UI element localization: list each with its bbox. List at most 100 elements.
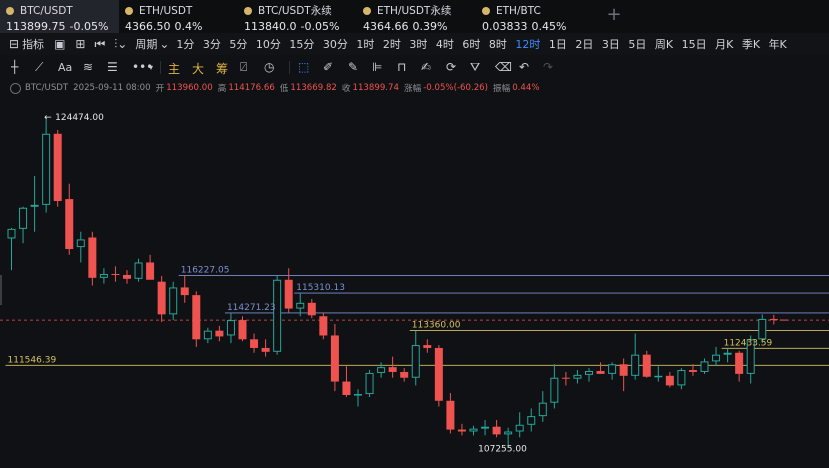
main-indicator-button[interactable]: 主 [168, 60, 180, 77]
text-tool-icon[interactable]: Aa [58, 61, 72, 74]
interval-14[interactable]: 2日 [575, 36, 593, 52]
highlighter-icon[interactable]: ✎ [348, 60, 358, 74]
parallel-channel-icon[interactable]: ≋ [83, 60, 93, 74]
candle-body [238, 320, 247, 340]
ticker-tab-eth-usdt[interactable]: ETH/USDT 4366.50 0.4% [119, 0, 238, 33]
indicators-button[interactable]: 指标 [22, 36, 44, 52]
crosshair-icon[interactable]: ┼ [11, 60, 18, 74]
period-dropdown[interactable]: 周期 [135, 36, 157, 52]
interval-20[interactable]: 季K [742, 36, 760, 52]
fib-tool-icon[interactable]: ☰ [107, 60, 118, 74]
redo-icon[interactable]: ↷ [543, 60, 553, 74]
candle-body [42, 133, 51, 205]
chart-edit-icon[interactable]: ⍁ [240, 60, 247, 75]
interval-0[interactable]: 1分 [176, 36, 194, 52]
candle [261, 339, 270, 357]
measure-tool-icon[interactable]: ⊫ [372, 60, 382, 74]
rewind-icon[interactable]: ⏮ [94, 37, 105, 52]
price-level-label: 116227.05 [181, 265, 230, 275]
interval-19[interactable]: 月K [715, 36, 733, 52]
ticker-tab-eth-usdt-perp[interactable]: ETH/USDT永续 4364.66 0.39% [357, 0, 476, 33]
legend-change-label: 涨幅 [403, 84, 422, 94]
clock-icon[interactable]: ◷ [264, 60, 274, 74]
candle-body [712, 354, 721, 362]
candle [665, 371, 674, 388]
trendline-tool-icon[interactable]: ⟋ [35, 60, 43, 75]
price-level-label: 115310.13 [296, 283, 345, 293]
candle-body [700, 361, 709, 372]
magnet-icon[interactable]: ⟳ [446, 60, 456, 74]
candle-body [30, 204, 39, 207]
candle [192, 291, 201, 347]
interval-18[interactable]: 15日 [682, 36, 707, 52]
candle-body [596, 371, 605, 374]
candle-body [723, 352, 732, 355]
brush-tool-icon[interactable]: ✐ [323, 60, 333, 74]
candle-body [65, 199, 74, 250]
ticker-tab-eth-btc[interactable]: ETH/BTC 0.03833 0.45% [476, 0, 595, 33]
interval-5[interactable]: 30分 [323, 36, 348, 52]
interval-1[interactable]: 3分 [203, 36, 221, 52]
candle-body [688, 370, 697, 372]
candle-body [134, 262, 143, 279]
ticker-tab-btc-usdt[interactable]: BTC/USDT 113899.75 -0.05% [0, 0, 119, 33]
indicator-icon[interactable]: ⊟ [9, 37, 19, 51]
ticker-price: 113840.0 [244, 20, 297, 33]
interval-21[interactable]: 年K [769, 36, 787, 52]
interval-2[interactable]: 5分 [229, 36, 247, 52]
legend-low-label: 低 [279, 84, 289, 94]
layout-icon[interactable]: ⊞ [75, 37, 85, 51]
select-tool-icon[interactable]: ⬚ [298, 60, 309, 74]
candle [319, 312, 328, 340]
visibility-eye-icon[interactable] [10, 82, 21, 94]
lock-icon[interactable]: ⊓ [397, 60, 406, 74]
candle-body [307, 302, 316, 316]
interval-3[interactable]: 10分 [256, 36, 281, 52]
interval-11[interactable]: 8时 [489, 36, 507, 52]
chip-indicator-button[interactable]: 筹 [216, 60, 228, 77]
candle-body [388, 367, 397, 372]
interval-7[interactable]: 2时 [383, 36, 401, 52]
trash-icon[interactable]: ⌫ [495, 60, 512, 74]
candle-body [434, 347, 443, 401]
interval-9[interactable]: 4时 [436, 36, 454, 52]
candle [238, 316, 247, 342]
candle [735, 350, 744, 382]
ticker-symbol: ETH/BTC [496, 4, 541, 17]
candle-body [561, 377, 570, 379]
candle-body [365, 372, 374, 395]
interval-10[interactable]: 6时 [462, 36, 480, 52]
ticker-change: 0.39% [412, 20, 448, 33]
interval-12[interactable]: 12时 [515, 36, 540, 52]
candle-body [423, 345, 432, 348]
whale-indicator-button[interactable]: 大 [192, 60, 204, 77]
candle-body [527, 416, 536, 425]
candlestick-chart[interactable]: 116227.05 115310.13 114271.23 113360.00 1124… [0, 80, 829, 468]
candle [619, 358, 628, 392]
candle [307, 298, 316, 319]
interval-13[interactable]: 1日 [549, 36, 567, 52]
candle-body [631, 354, 640, 376]
chevron-down-icon: ⌄ [159, 37, 170, 51]
interval-4[interactable]: 15分 [289, 36, 314, 52]
ticker-tab-btc-usdt-perp[interactable]: BTC/USDT永续 113840.0 -0.05% [238, 0, 357, 33]
interval-16[interactable]: 5日 [628, 36, 646, 52]
candles [7, 116, 778, 448]
drawing-toolbar: ┼ ⟋ Aa ≋ ☰ ••• ▾ 主 大 筹 ⍁ ◷ ⬚ ✐ ✎ ⊫ ⊓ ✍ ⟳… [0, 56, 829, 80]
interval-17[interactable]: 周K [655, 36, 673, 52]
candle-body [19, 207, 28, 229]
interval-8[interactable]: 3时 [409, 36, 427, 52]
note-tool-icon[interactable]: ✍ [421, 60, 431, 74]
coin-icon [244, 6, 252, 15]
calendar-icon[interactable]: ▣ [54, 37, 65, 51]
add-ticker-plus-icon[interactable]: + [606, 4, 622, 25]
candle-body [203, 330, 212, 340]
low-price-label: 107255.00 [478, 445, 527, 455]
candle-body [469, 428, 478, 432]
undo-icon[interactable]: ↶ [519, 60, 529, 74]
candle [180, 275, 189, 303]
filter-icon[interactable]: ⛛ [470, 60, 480, 75]
interval-15[interactable]: 3日 [602, 36, 620, 52]
chart-type-icon[interactable]: ⫶⌄ [114, 37, 127, 52]
interval-6[interactable]: 1时 [356, 36, 374, 52]
